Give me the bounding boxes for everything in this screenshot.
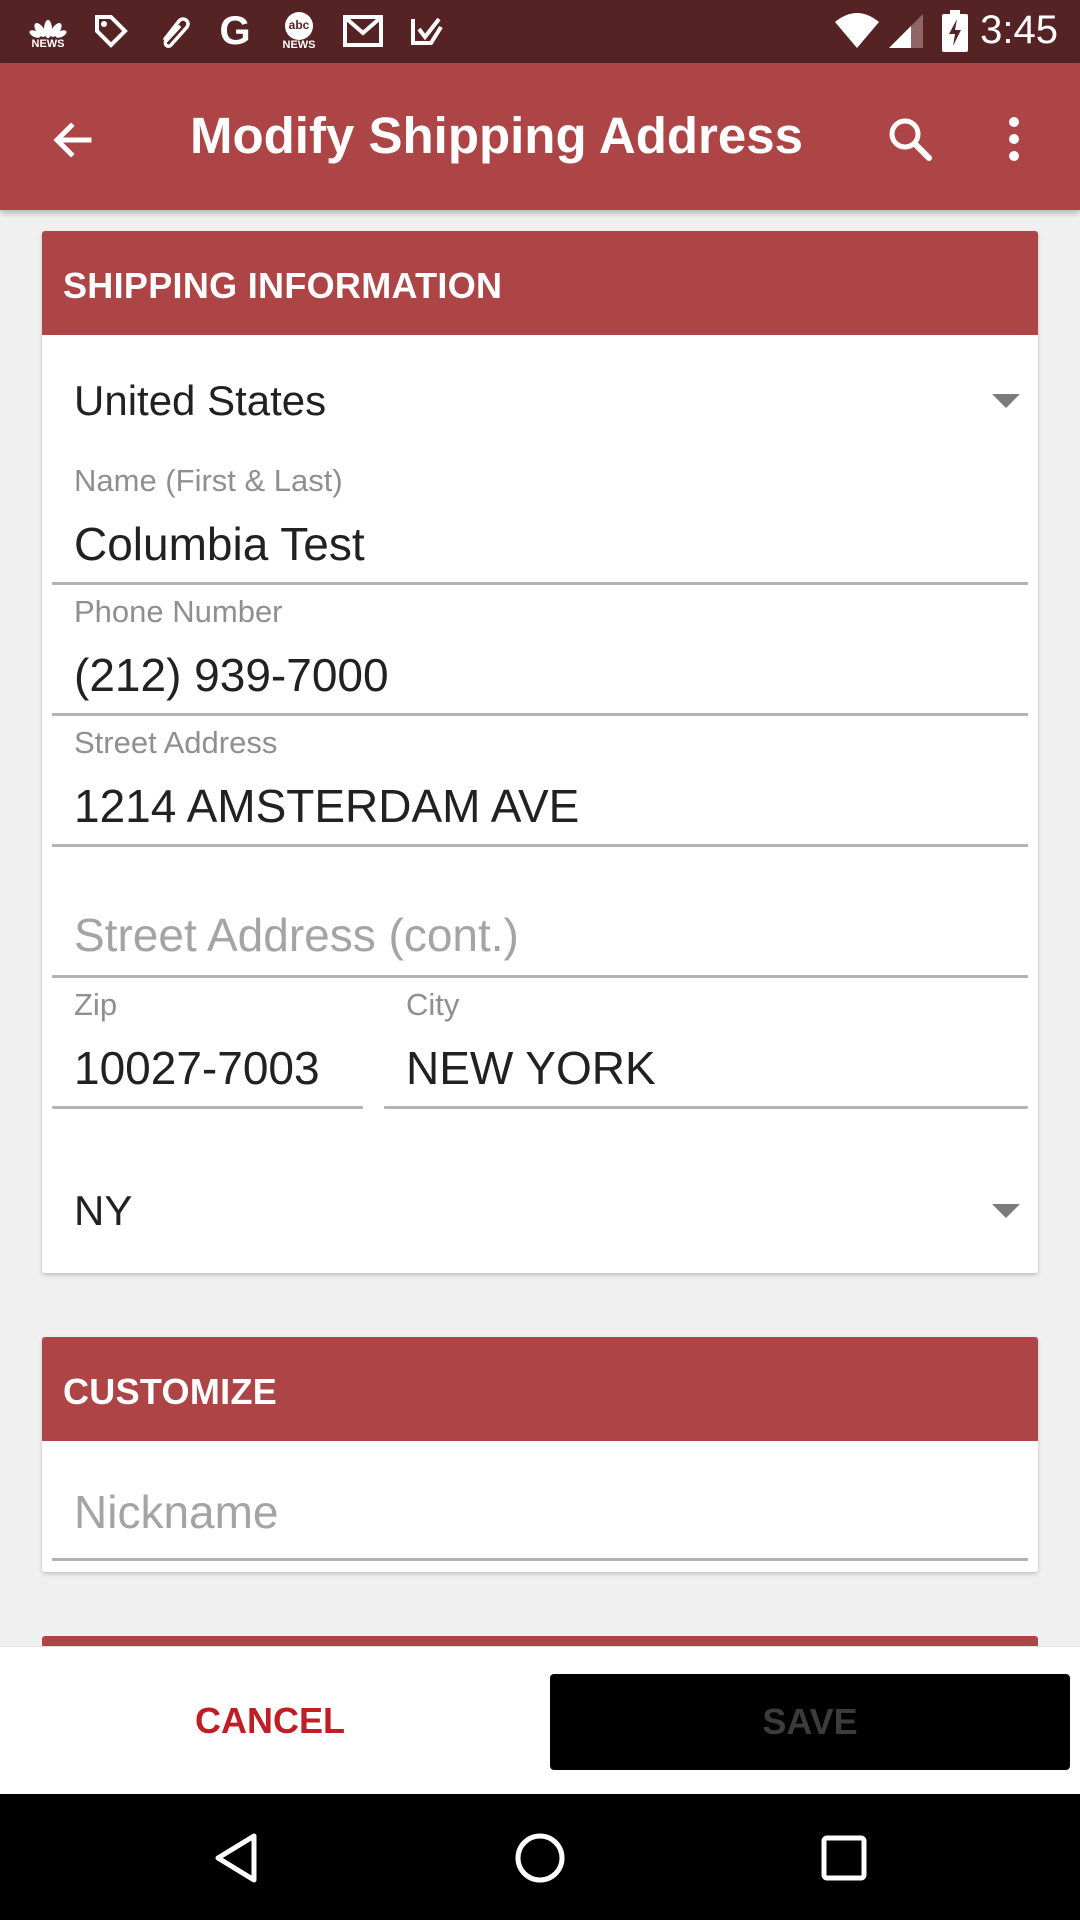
zip-value: 10027-7003 (74, 1042, 320, 1094)
zip-field[interactable]: Zip 10027-7003 (52, 987, 363, 1109)
nickname-placeholder: Nickname (74, 1486, 279, 1538)
dropdown-arrow-icon (992, 394, 1020, 408)
street2-placeholder: Street Address (cont.) (74, 909, 519, 961)
dropdown-arrow-icon (992, 1204, 1020, 1218)
city-field[interactable]: City NEW YORK (384, 987, 1028, 1109)
signal-icon (886, 10, 926, 52)
status-bar: NEWS G abc NEWS 3:45 (0, 0, 1080, 63)
wifi-icon (832, 10, 882, 52)
more-vert-icon[interactable] (984, 101, 1044, 177)
home-nav-icon[interactable] (500, 1818, 580, 1898)
field-underline (384, 1106, 1028, 1109)
abc-news-icon: abc NEWS (276, 10, 322, 52)
field-underline (52, 975, 1028, 978)
city-value: NEW YORK (406, 1042, 656, 1094)
card-header: CUSTOMIZE (42, 1337, 1038, 1441)
street-value: 1214 AMSTERDAM AVE (74, 780, 580, 832)
status-time: 3:45 (980, 8, 1058, 52)
field-label: Phone Number (74, 594, 283, 629)
field-underline (52, 582, 1028, 585)
field-label: Name (First & Last) (74, 463, 343, 498)
country-dropdown[interactable]: United States (74, 359, 1020, 439)
field-label: Zip (74, 987, 118, 1022)
search-icon[interactable] (872, 101, 948, 177)
street-address-cont-field[interactable]: Street Address (cont.) (52, 856, 1028, 978)
check-icon (406, 10, 448, 52)
action-bar: CANCEL SAVE (0, 1646, 1080, 1794)
field-label: City (406, 987, 460, 1022)
back-arrow-icon[interactable] (36, 103, 110, 177)
field-underline (52, 844, 1028, 847)
recents-nav-icon[interactable] (804, 1818, 884, 1898)
nickname-field[interactable]: Nickname (52, 1441, 1028, 1561)
customize-card: CUSTOMIZE Nickname (42, 1337, 1038, 1572)
google-icon: G (219, 8, 251, 53)
navigation-bar (0, 1794, 1080, 1920)
paperclip-icon (152, 10, 194, 52)
country-value: United States (74, 377, 327, 424)
battery-charging-icon (940, 10, 970, 52)
save-button[interactable]: SAVE (550, 1674, 1070, 1770)
gmail-icon (340, 10, 386, 52)
phone-value: (212) 939-7000 (74, 649, 389, 701)
tag-icon (90, 10, 132, 52)
back-nav-icon[interactable] (196, 1818, 276, 1898)
app-bar: Modify Shipping Address (0, 63, 1080, 210)
field-underline (52, 1558, 1028, 1561)
field-underline (52, 713, 1028, 716)
state-value: NY (74, 1187, 133, 1234)
street-address-field[interactable]: Street Address 1214 AMSTERDAM AVE (52, 725, 1028, 847)
phone-number-field[interactable]: Phone Number (212) 939-7000 (52, 594, 1028, 716)
field-label: Street Address (74, 725, 278, 760)
card-header: SHIPPING INFORMATION (42, 231, 1038, 335)
name-field[interactable]: Name (First & Last) Columbia Test (52, 463, 1028, 585)
state-dropdown[interactable]: NY (74, 1169, 1020, 1249)
page-title: Modify Shipping Address (190, 107, 803, 164)
shipping-information-card: SHIPPING INFORMATION United States Name … (42, 231, 1038, 1273)
nbc-news-icon: NEWS (24, 10, 72, 52)
cancel-button[interactable]: CANCEL (0, 1647, 540, 1795)
field-underline (52, 1106, 363, 1109)
section-title: SHIPPING INFORMATION (63, 265, 503, 306)
name-value: Columbia Test (74, 518, 365, 570)
section-title: CUSTOMIZE (63, 1371, 278, 1412)
